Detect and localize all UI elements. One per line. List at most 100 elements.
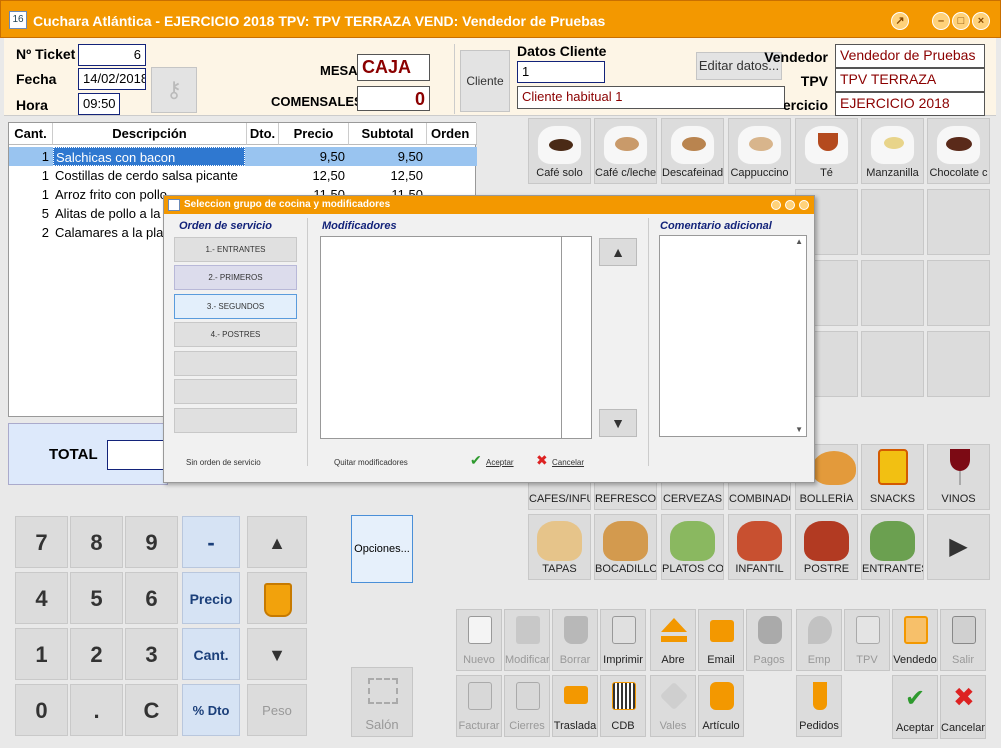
arrow-up-icon[interactable]: ▲	[247, 516, 307, 568]
vales-button[interactable]: Vales	[650, 675, 696, 737]
col-subtotal[interactable]: Subtotal	[349, 123, 427, 145]
peso-button[interactable]: Peso	[247, 684, 307, 736]
salon-button[interactable]: Salón	[351, 667, 413, 737]
empty-tile[interactable]	[927, 260, 990, 326]
maximize-icon[interactable]: □	[952, 12, 970, 30]
articulo-button[interactable]: Artículo	[698, 675, 744, 737]
vendedor-button[interactable]: Vendedo	[892, 609, 938, 671]
ticket-field[interactable]: 6	[78, 44, 146, 66]
key-8[interactable]: 8	[70, 516, 123, 568]
table-row[interactable]: 1 Salchicas con bacon 9,50 9,50	[9, 147, 477, 166]
empty-tile[interactable]	[927, 331, 990, 397]
comentario-textarea[interactable]: ▲ ▼	[659, 235, 807, 437]
opciones-button[interactable]: Opciones...	[351, 515, 413, 583]
order-postres-button[interactable]: 4.- POSTRES	[174, 322, 297, 347]
dialog-cancelar-button[interactable]: Cancelar	[552, 458, 584, 467]
row-desc[interactable]: Salchicas con bacon	[53, 147, 245, 166]
family-postre[interactable]: POSTRE	[795, 514, 858, 580]
key-2[interactable]: 2	[70, 628, 123, 680]
restore-icon[interactable]: ↗	[891, 12, 909, 30]
product-descafeinado[interactable]: Descafeinado	[661, 118, 724, 184]
family-bocadillos[interactable]: BOCADILLOS	[594, 514, 657, 580]
table-row[interactable]: 1 Costillas de cerdo salsa picante 12,50…	[9, 166, 477, 185]
family-vinos[interactable]: VINOS	[927, 444, 990, 510]
family-snacks[interactable]: SNACKS	[861, 444, 924, 510]
order-empty-button[interactable]	[174, 351, 297, 376]
order-primeros-button[interactable]: 2.- PRIMEROS	[174, 265, 297, 290]
key-4[interactable]: 4	[15, 572, 68, 624]
empty-tile[interactable]	[861, 331, 924, 397]
tpv-field[interactable]: TPV TERRAZA	[835, 68, 985, 92]
dialog-close-icon[interactable]	[799, 200, 809, 210]
key-3[interactable]: 3	[125, 628, 178, 680]
borrar-button[interactable]: Borrar	[552, 609, 598, 671]
dialog-maximize-icon[interactable]	[785, 200, 795, 210]
product-cappuccino[interactable]: Cappuccino	[728, 118, 791, 184]
minimize-icon[interactable]: –	[932, 12, 950, 30]
empty-tile[interactable]	[927, 189, 990, 255]
cancelar-button[interactable]: ✖ Cancelar	[940, 675, 986, 739]
col-descripcion[interactable]: Descripción	[53, 123, 247, 145]
cliente-button[interactable]: Cliente	[460, 50, 510, 112]
key-icon[interactable]: ⚷	[151, 67, 197, 113]
order-empty-button[interactable]	[174, 379, 297, 404]
facturar-button[interactable]: Facturar	[456, 675, 502, 737]
dialog-aceptar-button[interactable]: Aceptar	[486, 458, 514, 467]
key-7[interactable]: 7	[15, 516, 68, 568]
dto-button[interactable]: % Dto	[182, 684, 240, 736]
comensales-field[interactable]: 0	[357, 86, 430, 111]
close-icon[interactable]: ×	[972, 12, 990, 30]
hora-field[interactable]: 09:50	[78, 93, 120, 115]
product-manzanilla[interactable]: Manzanilla	[861, 118, 924, 184]
modificar-button[interactable]: Modificar	[504, 609, 550, 671]
next-page-icon[interactable]: ▶	[927, 514, 990, 580]
tpv-button[interactable]: TPV	[844, 609, 890, 671]
trash-bin-icon[interactable]	[247, 572, 307, 624]
dialog-minimize-icon[interactable]	[771, 200, 781, 210]
pedidos-button[interactable]: Pedidos	[796, 675, 842, 737]
aceptar-button[interactable]: ✔ Aceptar	[892, 675, 938, 739]
product-cafe-solo[interactable]: Café solo	[528, 118, 591, 184]
key-6[interactable]: 6	[125, 572, 178, 624]
col-dto[interactable]: Dto.	[247, 123, 279, 145]
emp-button[interactable]: Emp	[796, 609, 842, 671]
col-orden[interactable]: Orden	[427, 123, 477, 145]
empty-tile[interactable]	[861, 260, 924, 326]
order-empty-button[interactable]	[174, 408, 297, 433]
empty-tile[interactable]	[861, 189, 924, 255]
textarea-scroll-up-icon[interactable]: ▲	[795, 237, 803, 246]
abre-button[interactable]: Abre	[650, 609, 696, 671]
family-tapas[interactable]: TAPAS	[528, 514, 591, 580]
ejercicio-field[interactable]: EJERCICIO 2018	[835, 92, 985, 116]
key-minus[interactable]: -	[182, 516, 240, 568]
textarea-scroll-down-icon[interactable]: ▼	[795, 425, 803, 434]
key-dot[interactable]: .	[70, 684, 123, 736]
vendedor-field[interactable]: Vendedor de Pruebas	[835, 44, 985, 68]
imprimir-button[interactable]: Imprimir	[600, 609, 646, 671]
order-entrantes-button[interactable]: 1.- ENTRANTES	[174, 237, 297, 262]
fecha-field[interactable]: 14/02/2018	[78, 68, 146, 90]
order-segundos-button[interactable]: 3.- SEGUNDOS	[174, 294, 297, 319]
cliente-id-field[interactable]: 1	[517, 61, 605, 83]
email-button[interactable]: Email	[698, 609, 744, 671]
cant-button[interactable]: Cant.	[182, 628, 240, 680]
quitar-modificadores-button[interactable]: Quitar modificadores	[334, 458, 408, 467]
family-platos[interactable]: PLATOS CO	[661, 514, 724, 580]
mesa-field[interactable]: CAJA	[357, 54, 430, 81]
family-infantil[interactable]: INFANTIL	[728, 514, 791, 580]
product-te[interactable]: Té	[795, 118, 858, 184]
pagos-button[interactable]: Pagos	[746, 609, 792, 671]
modifiers-list[interactable]	[320, 236, 592, 439]
key-5[interactable]: 5	[70, 572, 123, 624]
product-cafe-leche[interactable]: Café c/leche	[594, 118, 657, 184]
salir-button[interactable]: Salir	[940, 609, 986, 671]
family-entrantes[interactable]: ENTRANTES	[861, 514, 924, 580]
key-c[interactable]: C	[125, 684, 178, 736]
cliente-name-field[interactable]: Cliente habitual 1	[517, 86, 785, 109]
cdb-button[interactable]: CDB	[600, 675, 646, 737]
traslada-button[interactable]: Traslada	[552, 675, 598, 737]
mod-scroll-up-icon[interactable]: ▲	[599, 238, 637, 266]
key-1[interactable]: 1	[15, 628, 68, 680]
product-chocolate[interactable]: Chocolate c	[927, 118, 990, 184]
col-cant[interactable]: Cant.	[9, 123, 53, 145]
